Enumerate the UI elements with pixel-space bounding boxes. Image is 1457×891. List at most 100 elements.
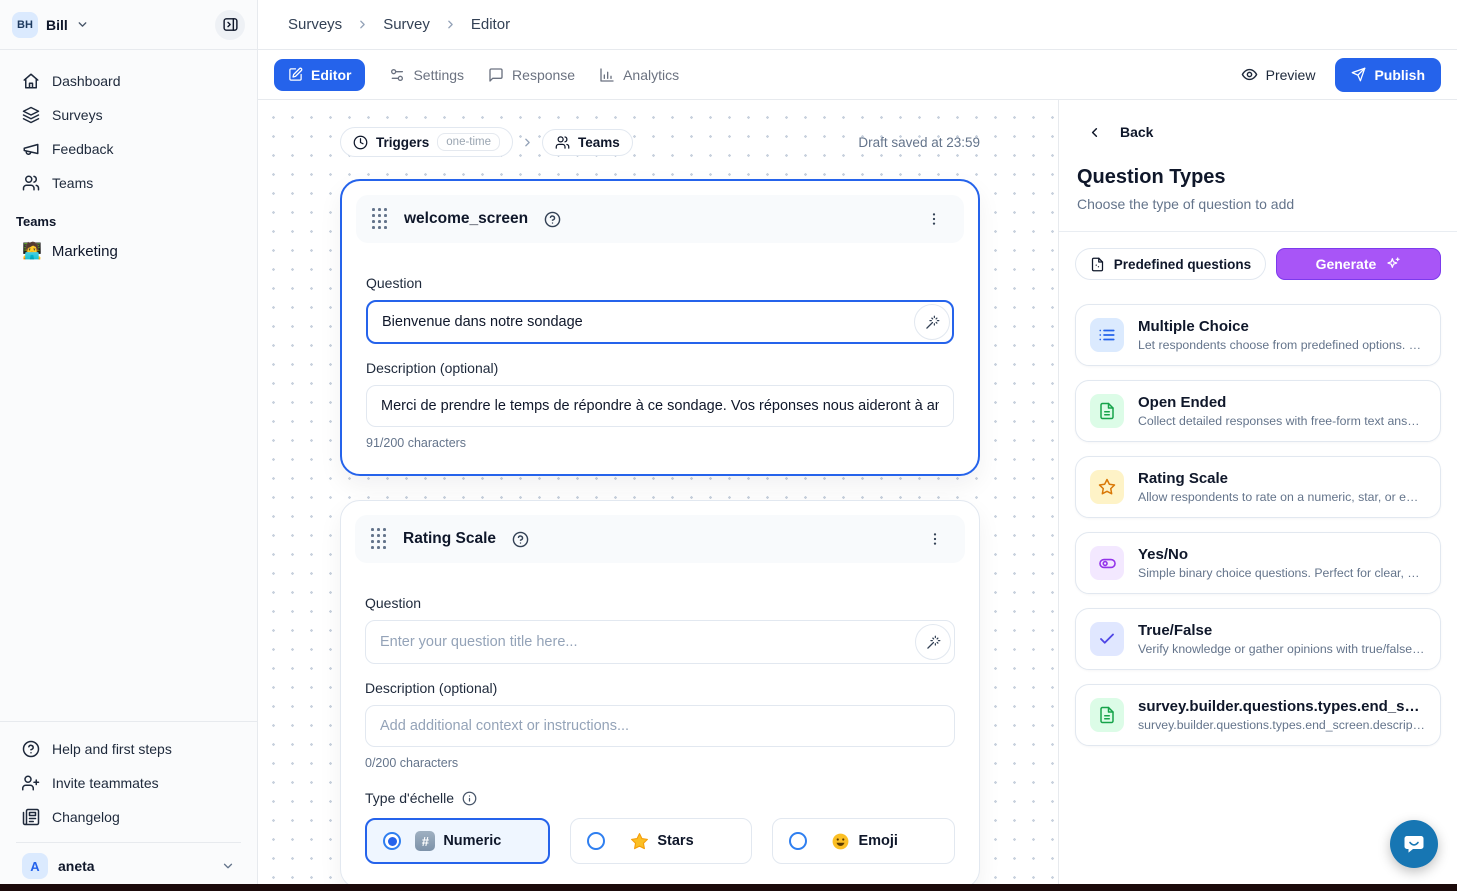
generate-label: Generate bbox=[1316, 256, 1377, 272]
question-card-title: Rating Scale bbox=[403, 530, 496, 548]
question-card-welcome-screen[interactable]: welcome_screen Question bbox=[340, 179, 980, 476]
sparkles-icon bbox=[1385, 256, 1401, 272]
tab-settings[interactable]: Settings bbox=[389, 67, 464, 83]
scale-option-emoji[interactable]: Emoji bbox=[772, 818, 955, 864]
panel-title: Question Types bbox=[1077, 166, 1441, 189]
chevron-down-icon bbox=[76, 18, 89, 31]
question-types-panel: Back Question Types Choose the type of q… bbox=[1058, 100, 1457, 891]
sidebar-item-surveys[interactable]: Surveys bbox=[16, 98, 241, 132]
type-card-true-false[interactable]: True/False Verify knowledge or gather op… bbox=[1075, 608, 1441, 670]
sidebar-item-label: Feedback bbox=[52, 141, 113, 157]
sidebar-collapse-button[interactable] bbox=[215, 10, 245, 40]
sidebar-item-dashboard[interactable]: Dashboard bbox=[16, 64, 241, 98]
chevron-down-icon bbox=[221, 859, 235, 873]
radio-emoji[interactable] bbox=[789, 832, 807, 850]
workspace-switcher[interactable]: BH Bill bbox=[0, 0, 257, 50]
edit-icon bbox=[288, 67, 303, 82]
drag-handle-icon[interactable] bbox=[372, 208, 388, 230]
sidebar-item-invite[interactable]: Invite teammates bbox=[16, 766, 241, 800]
sidebar-item-teams[interactable]: Teams bbox=[16, 166, 241, 200]
description-field-label: Description (optional) bbox=[366, 360, 954, 376]
breadcrumb-item-survey[interactable]: Survey bbox=[383, 16, 430, 33]
tab-response[interactable]: Response bbox=[488, 67, 575, 83]
question-title-input[interactable] bbox=[365, 620, 955, 664]
question-field-label: Question bbox=[366, 275, 954, 291]
canvas-meta-row: Triggers one-time Teams Draft saved at 2… bbox=[340, 127, 980, 157]
drag-handle-icon[interactable] bbox=[371, 528, 387, 550]
scale-type-label: Type d'échelle bbox=[365, 790, 454, 806]
sidebar-item-feedback[interactable]: Feedback bbox=[16, 132, 241, 166]
ai-rewrite-button[interactable] bbox=[914, 304, 950, 340]
tab-label: Settings bbox=[413, 67, 464, 83]
triggers-pill[interactable]: Triggers one-time bbox=[340, 127, 513, 157]
app-root: BH Bill Dashboard Surveys Feedback bbox=[0, 0, 1457, 891]
triggers-label: Triggers bbox=[376, 135, 429, 150]
scale-option-label: Stars bbox=[657, 833, 693, 849]
scale-option-label: Numeric bbox=[443, 833, 501, 849]
chat-launcher-button[interactable] bbox=[1390, 820, 1438, 868]
help-circle-icon[interactable] bbox=[512, 531, 529, 548]
type-title: Yes/No bbox=[1138, 546, 1426, 563]
type-card-rating-scale[interactable]: Rating Scale Allow respondents to rate o… bbox=[1075, 456, 1441, 518]
question-type-list: Multiple Choice Let respondents choose f… bbox=[1075, 304, 1441, 746]
type-title: True/False bbox=[1138, 622, 1426, 639]
back-button[interactable]: Back bbox=[1075, 124, 1441, 140]
scale-type-options: # Numeric Stars bbox=[365, 818, 955, 864]
sidebar-item-label: Invite teammates bbox=[52, 775, 159, 791]
type-title: Open Ended bbox=[1138, 394, 1426, 411]
sidebar-item-changelog[interactable]: Changelog bbox=[16, 800, 241, 834]
predefined-questions-button[interactable]: Predefined questions bbox=[1075, 248, 1266, 280]
predefined-questions-label: Predefined questions bbox=[1114, 257, 1251, 272]
help-circle-icon[interactable] bbox=[544, 211, 561, 228]
radio-stars[interactable] bbox=[587, 832, 605, 850]
main-column: Surveys Survey Editor Editor Settings Re… bbox=[258, 0, 1457, 891]
type-card-end-screen[interactable]: survey.builder.questions.types.end_scr..… bbox=[1075, 684, 1441, 746]
trigger-type-badge: one-time bbox=[437, 133, 500, 151]
send-icon bbox=[1351, 67, 1366, 82]
file-text-icon bbox=[1098, 402, 1116, 420]
ellipsis-menu-icon[interactable] bbox=[920, 209, 948, 229]
preview-button[interactable]: Preview bbox=[1241, 66, 1316, 83]
sidebar-item-help[interactable]: Help and first steps bbox=[16, 732, 241, 766]
sidebar: BH Bill Dashboard Surveys Feedback bbox=[0, 0, 258, 891]
ai-rewrite-button[interactable] bbox=[915, 624, 951, 660]
sidebar-item-label: Changelog bbox=[52, 809, 120, 825]
radio-numeric[interactable] bbox=[383, 832, 401, 850]
preview-label: Preview bbox=[1266, 67, 1316, 83]
user-plus-icon bbox=[22, 774, 40, 792]
users-icon bbox=[22, 174, 40, 192]
workspace-avatar: BH bbox=[12, 12, 38, 38]
ellipsis-menu-icon[interactable] bbox=[921, 529, 949, 549]
teams-pill[interactable]: Teams bbox=[542, 129, 633, 156]
chevron-left-icon bbox=[1087, 125, 1102, 140]
question-card-rating-scale[interactable]: Rating Scale Question bbox=[340, 500, 980, 889]
question-description-input[interactable] bbox=[365, 705, 955, 747]
draft-status: Draft saved at 23:59 bbox=[858, 135, 980, 150]
type-description: Allow respondents to rate on a numeric, … bbox=[1138, 490, 1426, 504]
panel-divider bbox=[1059, 231, 1457, 232]
star-icon bbox=[1098, 478, 1116, 496]
question-title-input[interactable] bbox=[366, 300, 954, 344]
type-card-yes-no[interactable]: Yes/No Simple binary choice questions. P… bbox=[1075, 532, 1441, 594]
eye-icon bbox=[1241, 66, 1258, 83]
breadcrumb-item-editor[interactable]: Editor bbox=[471, 16, 510, 33]
screen-edge-bar bbox=[0, 884, 1457, 891]
sidebar-team-marketing[interactable]: 🧑‍💻 Marketing bbox=[16, 233, 241, 269]
back-label: Back bbox=[1120, 124, 1153, 140]
generate-button[interactable]: Generate bbox=[1276, 248, 1441, 280]
scale-option-numeric[interactable]: # Numeric bbox=[365, 818, 550, 864]
file-icon bbox=[1090, 257, 1105, 272]
tab-analytics[interactable]: Analytics bbox=[599, 67, 679, 83]
newspaper-icon bbox=[22, 808, 40, 826]
magic-wand-icon bbox=[926, 635, 941, 650]
question-card-title: welcome_screen bbox=[404, 210, 528, 228]
chevron-right-icon bbox=[521, 136, 534, 149]
tab-editor[interactable]: Editor bbox=[274, 59, 365, 91]
type-card-multiple-choice[interactable]: Multiple Choice Let respondents choose f… bbox=[1075, 304, 1441, 366]
sidebar-footer: Help and first steps Invite teammates Ch… bbox=[0, 721, 257, 891]
publish-button[interactable]: Publish bbox=[1335, 58, 1441, 92]
breadcrumb-item-surveys[interactable]: Surveys bbox=[288, 16, 342, 33]
scale-option-stars[interactable]: Stars bbox=[570, 818, 753, 864]
question-description-input[interactable] bbox=[366, 385, 954, 427]
type-card-open-ended[interactable]: Open Ended Collect detailed responses wi… bbox=[1075, 380, 1441, 442]
